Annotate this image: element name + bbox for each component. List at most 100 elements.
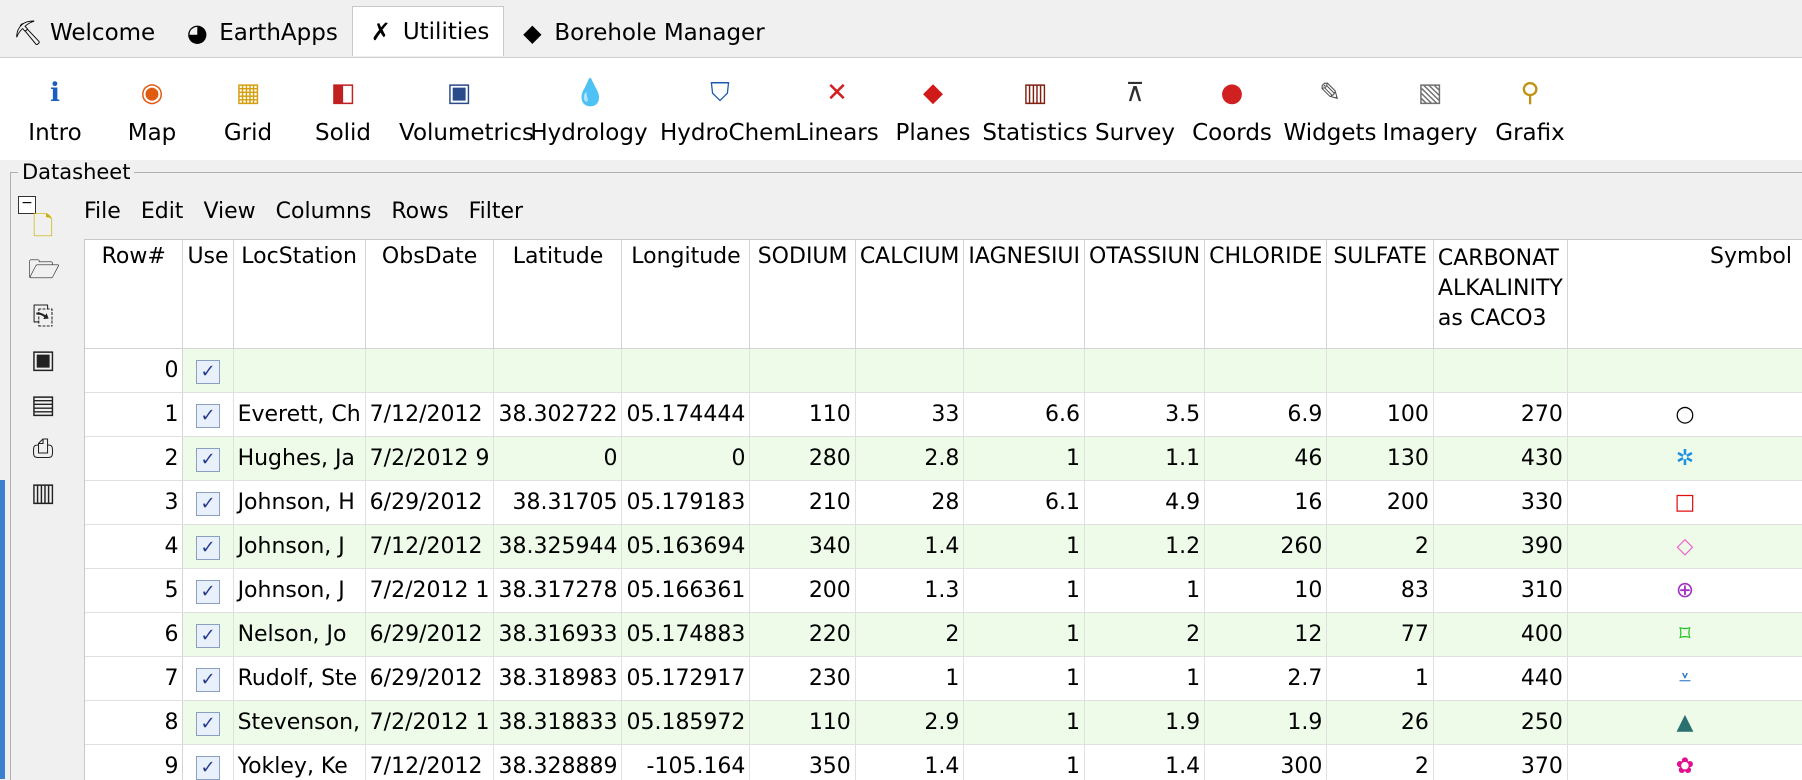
table-row[interactable]: 3✓Johnson, H6/29/201238.3170505.17918321… — [85, 481, 1802, 525]
cell-na[interactable]: 340 — [750, 525, 855, 569]
cell-lat[interactable]: 38.316933 — [494, 613, 622, 657]
cell-na[interactable]: 220 — [750, 613, 855, 657]
save-icon[interactable]: ▣ — [28, 345, 58, 375]
cell-ca[interactable]: 1.4 — [855, 745, 964, 780]
cell-date[interactable]: 6/29/2012 — [365, 657, 494, 701]
menu-columns[interactable]: Columns — [276, 199, 372, 235]
cell-loc[interactable]: Johnson, J — [233, 525, 365, 569]
table-row[interactable]: 6✓Nelson, Jo6/29/201238.31693305.1748832… — [85, 613, 1802, 657]
cell-cl[interactable]: 2.7 — [1205, 657, 1327, 701]
cell-alk[interactable]: 390 — [1433, 525, 1567, 569]
table-row[interactable]: 7✓Rudolf, Ste6/29/201238.31898305.172917… — [85, 657, 1802, 701]
symbol-cell[interactable]: ◇ — [1567, 525, 1802, 569]
cell-lon[interactable]: 0 — [622, 437, 750, 481]
cell-na[interactable]: 350 — [750, 745, 855, 780]
cell-ca[interactable]: 2 — [855, 613, 964, 657]
symbol-cell[interactable]: ✿ — [1567, 745, 1802, 780]
table-row[interactable]: 5✓Johnson, J7/2/2012 138.31727805.166361… — [85, 569, 1802, 613]
cell-lat[interactable]: 38.318833 — [494, 701, 622, 745]
cell-lon[interactable]: 05.179183 — [622, 481, 750, 525]
use-checkbox[interactable]: ✓ — [196, 492, 220, 516]
symbol-cell[interactable]: ⩡ — [1567, 657, 1802, 701]
cell-alk[interactable]: 430 — [1433, 437, 1567, 481]
cell-cl[interactable]: 16 — [1205, 481, 1327, 525]
cell-lat[interactable]: 38.328889 — [494, 745, 622, 780]
symbol-cell[interactable]: ▲ — [1567, 701, 1802, 745]
cell-ca[interactable]: 2.9 — [855, 701, 964, 745]
cell-date[interactable]: 6/29/2012 — [365, 481, 494, 525]
symbol-cell[interactable]: ⊕ — [1567, 569, 1802, 613]
cell-loc[interactable]: Everett, Ch — [233, 393, 365, 437]
save-as-icon[interactable]: ▤ — [28, 390, 58, 420]
cell-so4[interactable] — [1327, 349, 1433, 393]
cell-loc[interactable] — [233, 349, 365, 393]
cell-cl[interactable]: 46 — [1205, 437, 1327, 481]
cell-alk[interactable] — [1433, 349, 1567, 393]
ribbon-button-hydrochem[interactable]: ⛉HydroChem — [660, 78, 780, 146]
column-header-magnesium[interactable]: IAGNESIUI — [964, 240, 1085, 349]
symbol-cell[interactable] — [1567, 349, 1802, 393]
cell-ca[interactable]: 1.3 — [855, 569, 964, 613]
ribbon-button-hydrology[interactable]: 💧Hydrology — [529, 78, 649, 146]
cell-mg[interactable]: 1 — [964, 437, 1085, 481]
column-header-chloride[interactable]: CHLORIDE — [1205, 240, 1327, 349]
cell-na[interactable]: 110 — [750, 701, 855, 745]
cell-k[interactable]: 1 — [1085, 569, 1205, 613]
cell-date[interactable]: 7/12/2012 — [365, 393, 494, 437]
cell-lon[interactable]: 05.174444 — [622, 393, 750, 437]
cell-k[interactable] — [1085, 349, 1205, 393]
import-icon[interactable]: ⎘ — [28, 301, 58, 331]
columns-icon[interactable]: ▥ — [28, 478, 58, 508]
cell-mg[interactable]: 1 — [964, 657, 1085, 701]
cell-date[interactable]: 6/29/2012 — [365, 613, 494, 657]
cell-k[interactable]: 1 — [1085, 657, 1205, 701]
cell-mg[interactable]: 1 — [964, 613, 1085, 657]
cell-mg[interactable]: 1 — [964, 701, 1085, 745]
cell-loc[interactable]: Rudolf, Ste — [233, 657, 365, 701]
cell-alk[interactable]: 440 — [1433, 657, 1567, 701]
cell-lat[interactable]: 38.318983 — [494, 657, 622, 701]
cell-loc[interactable]: Yokley, Ke — [233, 745, 365, 780]
menu-filter[interactable]: Filter — [469, 199, 523, 235]
table-row[interactable]: 9✓Yokley, Ke7/12/201238.328889-105.16435… — [85, 745, 1802, 780]
symbol-cell[interactable]: ○ — [1567, 393, 1802, 437]
cell-na[interactable]: 200 — [750, 569, 855, 613]
cell-so4[interactable]: 1 — [1327, 657, 1433, 701]
cell-k[interactable]: 4.9 — [1085, 481, 1205, 525]
cell-so4[interactable]: 77 — [1327, 613, 1433, 657]
use-checkbox[interactable]: ✓ — [196, 404, 220, 428]
cell-so4[interactable]: 2 — [1327, 525, 1433, 569]
cell-mg[interactable]: 1 — [964, 569, 1085, 613]
menu-file[interactable]: File — [84, 199, 121, 235]
menu-edit[interactable]: Edit — [141, 199, 184, 235]
cell-lon[interactable]: -105.164 — [622, 745, 750, 780]
tab-earthapps[interactable]: ◕EarthApps — [169, 10, 352, 56]
cell-na[interactable]: 210 — [750, 481, 855, 525]
table-row[interactable]: 1✓Everett, Ch7/12/201238.30272205.174444… — [85, 393, 1802, 437]
table-row[interactable]: 8✓Stevenson,7/2/2012 138.31883305.185972… — [85, 701, 1802, 745]
use-checkbox[interactable]: ✓ — [196, 624, 220, 648]
cell-date[interactable]: 7/12/2012 — [365, 745, 494, 780]
menu-rows[interactable]: Rows — [391, 199, 448, 235]
cell-mg[interactable]: 1 — [964, 745, 1085, 780]
column-header-locstation[interactable]: LocStation — [233, 240, 365, 349]
cell-date[interactable]: 7/2/2012 9 — [365, 437, 494, 481]
menu-view[interactable]: View — [203, 199, 255, 235]
column-header-calcium[interactable]: CALCIUM — [855, 240, 964, 349]
symbol-cell[interactable]: ⌑ — [1567, 613, 1802, 657]
column-header-carbonate-alkalinity-as-caco3[interactable]: CARBONATALKALINITYas CACO3 — [1433, 240, 1567, 349]
cell-mg[interactable]: 6.6 — [964, 393, 1085, 437]
cell-date[interactable]: 7/2/2012 1 — [365, 569, 494, 613]
cell-loc[interactable]: Johnson, H — [233, 481, 365, 525]
cell-date[interactable] — [365, 349, 494, 393]
print-icon[interactable]: ⎙ — [28, 434, 58, 464]
ribbon-button-volumetrics[interactable]: ▣Volumetrics — [399, 78, 519, 146]
cell-alk[interactable]: 310 — [1433, 569, 1567, 613]
cell-ca[interactable]: 1 — [855, 657, 964, 701]
cell-k[interactable]: 1.4 — [1085, 745, 1205, 780]
cell-ca[interactable] — [855, 349, 964, 393]
cell-k[interactable]: 1.9 — [1085, 701, 1205, 745]
use-checkbox[interactable]: ✓ — [196, 712, 220, 736]
use-checkbox[interactable]: ✓ — [196, 580, 220, 604]
cell-ca[interactable]: 1.4 — [855, 525, 964, 569]
